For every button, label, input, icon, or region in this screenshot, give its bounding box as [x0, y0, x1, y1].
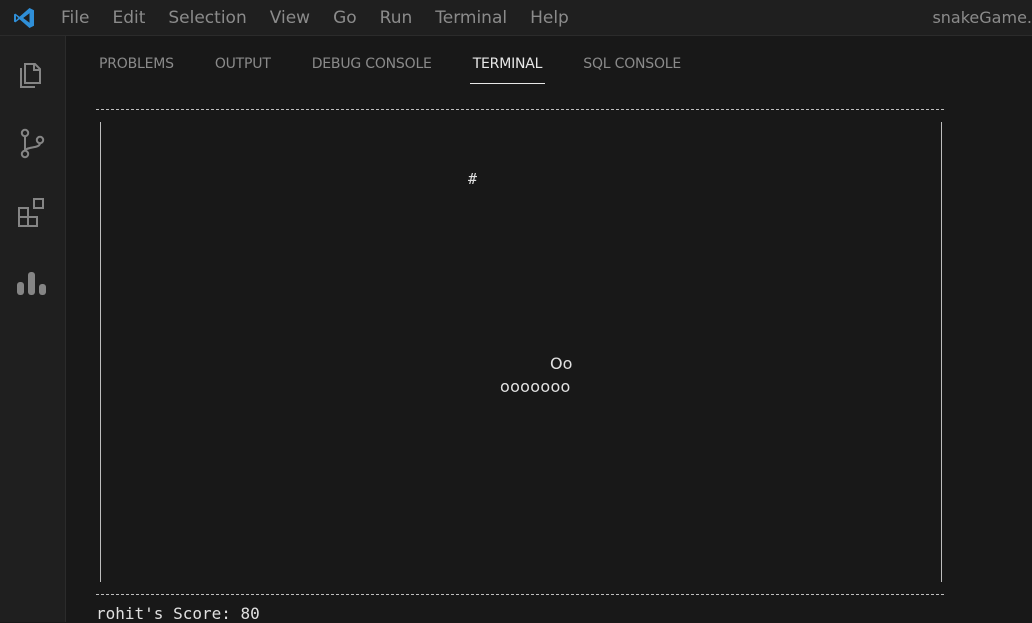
menu-help[interactable]: Help	[530, 8, 569, 28]
game-border-right	[941, 122, 942, 582]
explorer-icon[interactable]	[14, 56, 50, 92]
snake-head: Oo	[550, 354, 573, 373]
charts-icon[interactable]	[14, 264, 50, 300]
tab-output[interactable]: OUTPUT	[212, 56, 274, 84]
snake-food: #	[468, 170, 478, 188]
activity-bar	[0, 36, 66, 622]
vscode-logo-icon[interactable]	[12, 6, 36, 30]
tab-debug-console[interactable]: DEBUG CONSOLE	[309, 56, 435, 84]
game-border-top	[96, 109, 944, 110]
menu-selection[interactable]: Selection	[168, 8, 246, 28]
menu-edit[interactable]: Edit	[112, 8, 145, 28]
menu-terminal[interactable]: Terminal	[435, 8, 507, 28]
extensions-icon[interactable]	[14, 194, 50, 230]
game-border-left	[100, 122, 101, 582]
game-border-bottom	[96, 594, 944, 595]
panel-tabs: PROBLEMS OUTPUT DEBUG CONSOLE TERMINAL S…	[96, 56, 719, 86]
menu-run[interactable]: Run	[380, 8, 413, 28]
snake-body: ooooooo	[500, 377, 571, 396]
source-control-icon[interactable]	[14, 125, 50, 161]
menu-bar: File Edit Selection View Go Run Terminal…	[61, 0, 592, 36]
tab-terminal[interactable]: TERMINAL	[469, 56, 546, 84]
tab-sql-console[interactable]: SQL CONSOLE	[580, 56, 684, 84]
menu-file[interactable]: File	[61, 8, 89, 28]
title-bar: File Edit Selection View Go Run Terminal…	[0, 0, 1032, 36]
menu-go[interactable]: Go	[333, 8, 357, 28]
menu-view[interactable]: View	[270, 8, 310, 28]
terminal-output[interactable]: # Oo ooooooo rohit's Score: 80	[96, 100, 956, 623]
tab-problems[interactable]: PROBLEMS	[96, 56, 177, 84]
score-line: rohit's Score: 80	[96, 604, 260, 623]
window-title: snakeGame.	[932, 8, 1032, 27]
